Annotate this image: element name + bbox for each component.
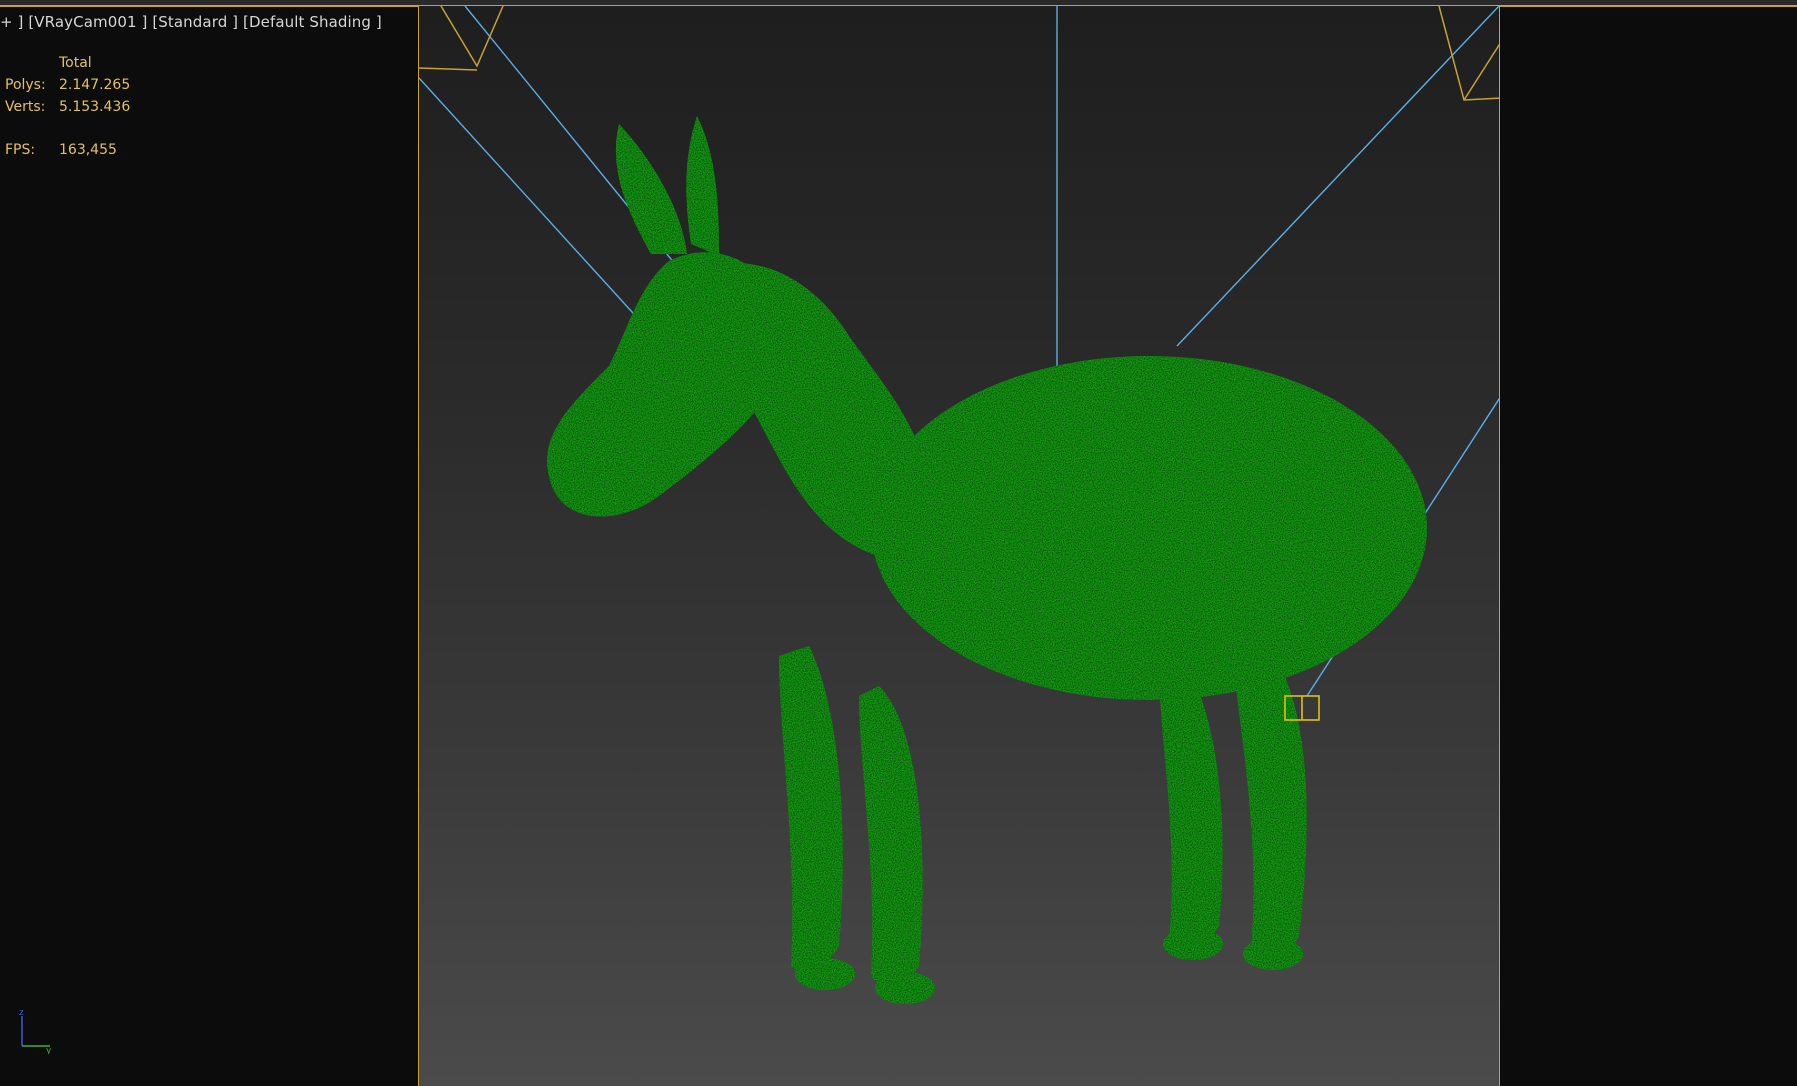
donkey-ear-right [686,116,719,256]
donkey-body [871,356,1427,700]
polys-value: 2.147.265 [59,77,131,93]
verts-label: Verts: [5,99,46,115]
fps-value: 163,455 [59,142,117,158]
frustum-line-right-upper [1176,6,1499,347]
corner-marker-top-right [1438,6,1499,101]
donkey-leg-back-left [1159,656,1223,946]
camera-safe-frame [418,6,1500,1086]
donkey-hoof-back-left [1163,928,1223,960]
axis-gizmo: z y [19,1010,52,1054]
corner-marker-top-left-base [419,67,478,71]
frustum-line-left-lower [419,77,664,347]
donkey-head [547,252,788,517]
polys-label: Polys: [5,77,46,93]
donkey-ear-left [615,124,687,254]
donkey-leg-front-left [779,646,843,970]
camera-corner-markers [419,6,1499,101]
donkey-leg-front-right [859,686,923,985]
viewport[interactable]: + ] [VRayCam001 ] [Standard ] [Default S… [0,0,1797,1086]
stats-total-header: Total [59,55,92,71]
donkey-hoof-front-right [875,972,935,1004]
fps-label: FPS: [5,142,36,158]
donkey-hoof-back-right [1243,938,1303,970]
viewport-label[interactable]: + ] [VRayCam001 ] [Standard ] [Default S… [0,13,382,31]
donkey-leg-back-right [1231,626,1307,956]
scene-canvas[interactable] [419,6,1500,1086]
donkey-hoof-front-left [795,958,855,990]
y-axis-label: y [46,1046,52,1054]
corner-marker-top-right-diag [1463,43,1499,101]
verts-value: 5.153.436 [59,99,131,115]
z-axis-label: z [19,1010,24,1018]
donkey-model[interactable] [547,116,1427,1004]
